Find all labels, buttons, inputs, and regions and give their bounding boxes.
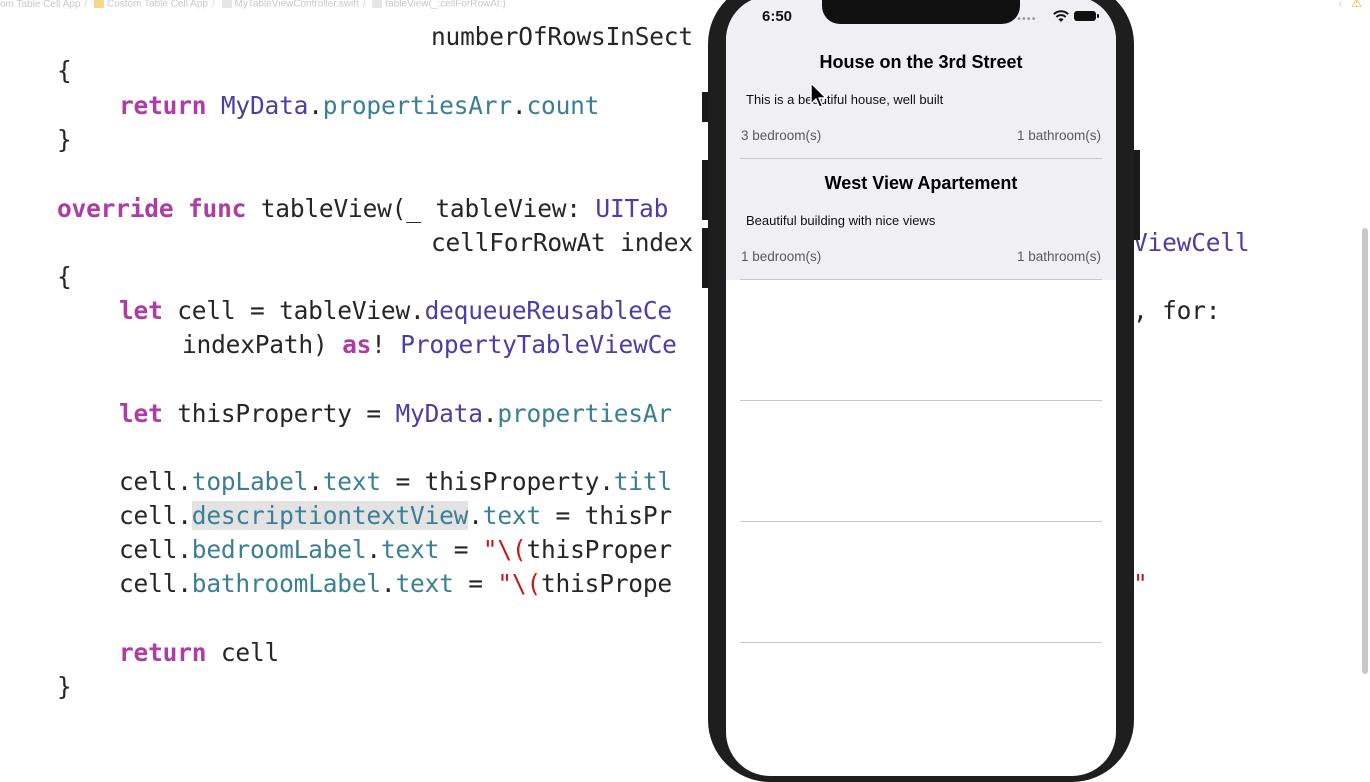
code-line: cell.bathroomLabel.text = "\(thisPrope — [119, 569, 672, 598]
code-line: cell.bedroomLabel.text = "\(thisProper — [119, 535, 672, 564]
code-editor[interactable]: numberOfRowsInSect { return MyData.prope… — [0, 12, 1370, 748]
code-line-fragment: , for: — [1133, 296, 1221, 325]
cellular-signal-icon: •••• — [1016, 14, 1037, 25]
vertical-scrollbar[interactable] — [1362, 228, 1368, 674]
status-icons: •••• — [1016, 10, 1099, 25]
row-separator — [740, 400, 1102, 401]
mouse-pointer-icon — [810, 82, 827, 108]
property-description: This is a beautiful house, well built — [746, 92, 944, 107]
volume-up-button — [702, 160, 708, 220]
wifi-icon — [1053, 10, 1069, 22]
table-row[interactable]: West View Apartement Beautiful building … — [726, 159, 1116, 280]
breadcrumb: om Table Cell App / Custom Table Cell App… — [0, 0, 506, 10]
bedroom-label: 3 bedroom(s) — [741, 128, 822, 143]
breadcrumb-item-file[interactable]: MyTableViewController.swift — [221, 0, 359, 9]
battery-icon — [1074, 11, 1099, 21]
power-button — [1134, 150, 1140, 240]
code-line: indexPath) as! PropertyTableViewCe — [182, 330, 677, 359]
bathroom-label: 1 bathroom(s) — [1016, 128, 1101, 143]
code-line: override func tableView(_ tableView: UIT… — [57, 194, 669, 223]
property-description: Beautiful building with nice views — [746, 213, 936, 228]
breadcrumb-item-group[interactable]: Custom Table Cell App — [93, 0, 208, 9]
code-line: numberOfRowsInSect — [431, 22, 693, 51]
table-row[interactable]: House on the 3rd Street This is a beauti… — [726, 38, 1116, 159]
warning-icon[interactable]: ⚠ — [1351, 0, 1362, 10]
breadcrumb-item-symbol[interactable]: tableView(_:cellForRowAt:) — [372, 0, 506, 9]
breadcrumb-item-project[interactable]: om Table Cell App — [0, 0, 80, 9]
code-line: let thisProperty = MyData.propertiesAr — [119, 399, 672, 428]
code-line: cellForRowAt index — [431, 228, 693, 257]
status-time: 6:50 — [762, 8, 793, 25]
property-title: House on the 3rd Street — [819, 52, 1023, 72]
code-line: cell.descriptiontextView.text = thisPr — [119, 501, 672, 530]
row-separator — [740, 279, 1102, 280]
property-title: West View Apartement — [824, 173, 1018, 193]
bathroom-label: 1 bathroom(s) — [1016, 249, 1101, 264]
method-icon — [372, 0, 383, 8]
bedroom-label: 1 bedroom(s) — [741, 249, 822, 264]
code-line: return MyData.propertiesArr.count — [119, 91, 600, 120]
row-separator — [740, 642, 1102, 643]
silent-switch — [702, 92, 708, 122]
simulator-screen[interactable]: 6:50 •••• House on the 3rd Street This i… — [726, 0, 1116, 776]
folder-icon — [93, 0, 104, 8]
code-line: let cell = tableView.dequeueReusableCe — [119, 296, 672, 325]
code-line: { — [57, 262, 72, 291]
volume-down-button — [702, 228, 708, 288]
code-line: cell.topLabel.text = thisProperty.titl — [119, 467, 672, 496]
code-line: } — [57, 125, 72, 154]
code-line-fragment: " — [1133, 569, 1148, 598]
code-line: } — [57, 672, 72, 701]
code-line: { — [57, 56, 72, 85]
code-line-fragment: ViewCell — [1133, 228, 1250, 257]
chevron-left-icon[interactable]: ‹ — [1337, 0, 1344, 11]
device-notch — [822, 0, 1020, 24]
swift-file-icon — [221, 0, 232, 8]
code-line: return cell — [119, 638, 280, 667]
row-separator — [740, 521, 1102, 522]
